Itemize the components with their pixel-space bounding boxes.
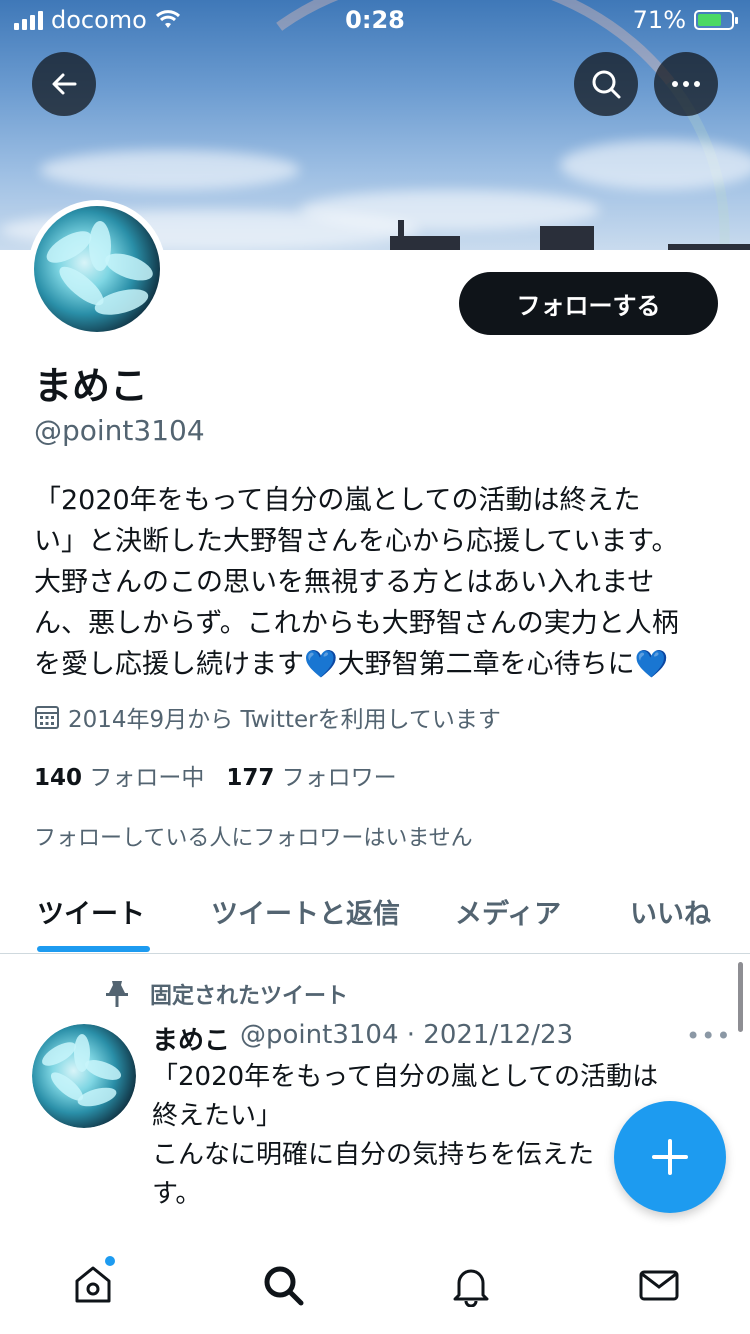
- following-count: 140: [34, 765, 83, 791]
- pinned-label: 固定されたツイート: [150, 984, 349, 1009]
- messages-icon: [639, 1270, 679, 1301]
- status-bar: docomo 0:28 71%: [0, 0, 750, 42]
- nav-search[interactable]: [258, 1260, 308, 1310]
- banner-building: [668, 244, 750, 250]
- banner-cloud: [560, 140, 750, 190]
- unread-dot: [105, 1256, 115, 1266]
- calendar-icon: [35, 706, 59, 729]
- bio-line: 「2020年をもって自分の嵐としての活動は終えた: [34, 485, 641, 516]
- follow-counts: 140 フォロー中 177 フォロワー: [34, 758, 397, 792]
- follow-button[interactable]: フォローする: [459, 272, 718, 335]
- tweet-line: 「2020年をもって自分の嵐としての活動は: [152, 1062, 659, 1092]
- active-tab-indicator: [37, 946, 150, 952]
- compose-tweet-button[interactable]: [614, 1101, 726, 1213]
- mutual-followers-text: フォローしている人にフォロワーはいません: [34, 826, 473, 851]
- tweet-header: まめこ @point3104 · 2021/12/23: [152, 1020, 573, 1057]
- bio-line: 大野さんのこの思いを無視する方とはあい入れませ: [34, 567, 655, 598]
- home-icon: [75, 1266, 111, 1303]
- nav-home[interactable]: [68, 1260, 118, 1310]
- search-button[interactable]: [574, 52, 638, 116]
- banner-building: [540, 226, 594, 250]
- banner-building: [398, 220, 404, 250]
- bottom-navigation: [0, 1238, 750, 1334]
- tab-likes[interactable]: いいね: [630, 892, 711, 931]
- back-button[interactable]: [32, 52, 96, 116]
- battery-percent: 71%: [632, 6, 686, 34]
- bio-line: い」と決断した大野智さんを心から応援しています。: [34, 526, 679, 557]
- profile-avatar[interactable]: [28, 200, 166, 338]
- avatar-image: [34, 206, 160, 332]
- more-button[interactable]: [654, 52, 718, 116]
- nav-notifications[interactable]: [446, 1260, 496, 1310]
- joined-date: 2014年9月から Twitterを利用しています: [34, 700, 501, 734]
- plus-icon: [652, 1139, 688, 1175]
- tweet-avatar[interactable]: [32, 1024, 136, 1128]
- battery-icon: [694, 10, 738, 30]
- bio-line: を愛し応援し続けます💙大野智第二章を心待ちに💙: [34, 649, 669, 680]
- tweet-handle-date: @point3104 · 2021/12/23: [240, 1020, 574, 1050]
- scrollbar[interactable]: [738, 962, 743, 1032]
- tab-tweets-replies[interactable]: ツイートと返信: [211, 892, 400, 931]
- pinned-indicator: 固定されたツイート: [104, 978, 348, 1010]
- bio-line: ん、悪しからず。これからも大野智さんの実力と人柄: [34, 608, 679, 639]
- more-icon: [672, 81, 700, 87]
- profile-name: まめこ: [34, 364, 149, 408]
- avatar-image: [32, 1024, 136, 1128]
- search-icon: [264, 1266, 304, 1306]
- profile-bio: 「2020年をもって自分の嵐としての活動は終えた い」と決断した大野智さんを心か…: [34, 480, 724, 685]
- nav-messages[interactable]: [634, 1260, 684, 1310]
- pin-icon: [106, 981, 128, 1007]
- following-link[interactable]: 140 フォロー中: [34, 758, 204, 792]
- notifications-icon: [453, 1269, 489, 1307]
- profile-handle: @point3104: [34, 414, 205, 447]
- search-icon: [592, 70, 621, 99]
- tweet-more-icon[interactable]: •••: [686, 1022, 731, 1050]
- tab-media[interactable]: メディア: [455, 892, 561, 931]
- profile-tabs: ツイート ツイートと返信 メディア いいね: [0, 868, 750, 954]
- banner-cloud: [40, 150, 300, 190]
- followers-count: 177: [226, 765, 275, 791]
- following-label: フォロー中: [89, 765, 205, 791]
- followers-link[interactable]: 177 フォロワー: [226, 758, 396, 792]
- tab-tweets[interactable]: ツイート: [37, 892, 145, 931]
- tweet-author-name[interactable]: まめこ: [152, 1020, 230, 1057]
- joined-text: 2014年9月から Twitterを利用しています: [68, 707, 501, 733]
- followers-label: フォロワー: [281, 765, 397, 791]
- back-arrow-icon: [52, 73, 77, 95]
